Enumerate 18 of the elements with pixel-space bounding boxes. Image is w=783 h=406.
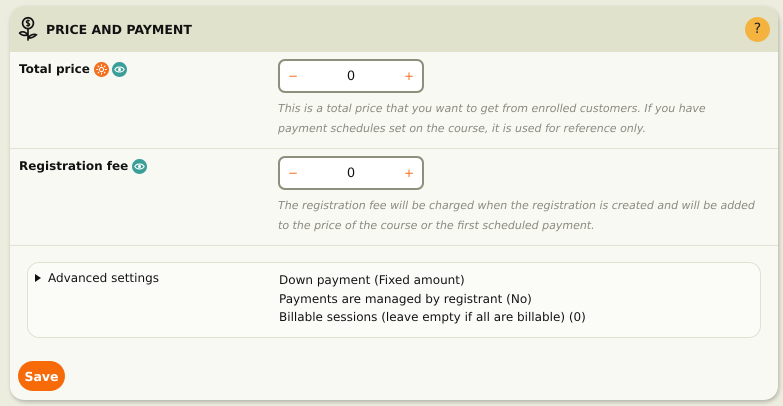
advanced-settings-toggle[interactable]: Advanced settings: [35, 271, 279, 285]
section-title: PRICE AND PAYMENT: [46, 22, 193, 36]
eye-badge-icon: [112, 62, 127, 77]
eye-badge-icon: [132, 159, 148, 174]
number-stepper[interactable]: − 0 +: [278, 59, 424, 93]
value-input[interactable]: 0: [319, 164, 383, 182]
field-label: Registration fee: [19, 159, 128, 173]
help-text: This is a total price that you want to get from enrolled customers. If you have payment schedules set on the course, it is used for reference only.: [278, 101, 707, 137]
field-label: Total price: [19, 62, 90, 76]
setting-summary: Payments are managed by registrant (No): [279, 290, 533, 308]
number-stepper[interactable]: − 0 +: [278, 156, 424, 190]
setting-summary: Down payment (Fixed amount): [279, 272, 466, 289]
sun-badge-icon: [94, 62, 109, 77]
help-text: The registration fee will be charged when the registration is created and will be added to the price of the course or the first scheduled payment.: [278, 198, 756, 234]
money-plant-icon: [18, 16, 38, 42]
value-input[interactable]: 0: [319, 68, 383, 84]
setting-summary: Billable sessions (leave empty if all are billable) (0): [279, 309, 586, 326]
help-button[interactable]: ?: [745, 16, 770, 42]
